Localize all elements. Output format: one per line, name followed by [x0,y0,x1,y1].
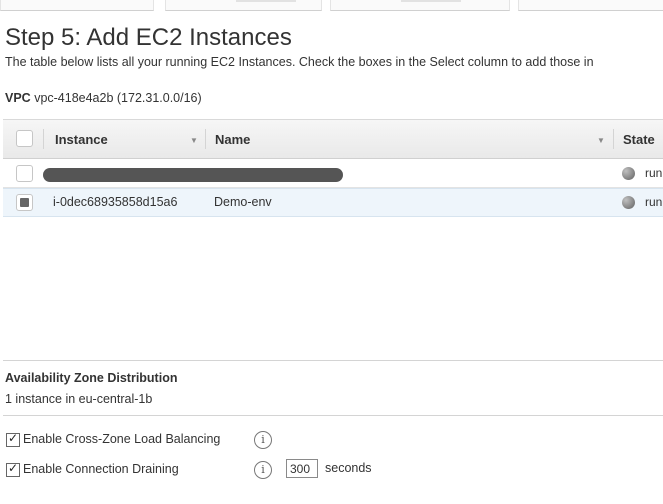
redacted-row-content [43,168,343,182]
wizard-tab[interactable] [518,0,663,11]
cross-zone-checkbox[interactable] [6,431,20,447]
page-description: The table below lists all your running E… [5,55,594,69]
connection-draining-checkbox[interactable] [6,461,20,477]
divider [3,415,663,416]
divider [3,360,663,361]
info-icon[interactable]: i [254,461,272,479]
wizard-tab-strip [0,0,663,14]
instance-id: i-0dec68935858d15a6 [53,195,178,209]
column-divider [613,129,614,149]
table-row[interactable]: i-0dec68935858d15a6 Demo-env run [3,188,663,217]
sort-arrow-icon[interactable]: ▼ [190,136,198,145]
wizard-tab[interactable] [165,0,322,11]
column-header-state[interactable]: State [623,132,655,147]
row-select-checkbox[interactable] [16,194,33,211]
wizard-tab[interactable] [330,0,510,11]
sort-arrow-icon[interactable]: ▼ [597,136,605,145]
state-status-icon [622,196,635,209]
table-row[interactable]: run [3,160,663,188]
seconds-label: seconds [325,461,372,475]
vpc-info: VPC vpc-418e4a2b (172.31.0.0/16) [5,91,202,105]
select-all-checkbox[interactable] [16,130,33,147]
column-header-instance[interactable]: Instance [55,132,108,147]
az-distribution-heading: Availability Zone Distribution [5,371,178,385]
column-divider [43,129,44,149]
vpc-value: vpc-418e4a2b (172.31.0.0/16) [34,91,202,105]
wizard-tab[interactable] [0,0,154,11]
cross-zone-label: Enable Cross-Zone Load Balancing [23,432,221,446]
connection-draining-label: Enable Connection Draining [23,462,179,476]
instance-name: Demo-env [214,195,272,209]
instance-state: run [645,166,663,180]
vpc-label: VPC [5,91,31,105]
instances-table-header: Instance ▼ Name ▼ State [3,119,663,159]
column-header-name[interactable]: Name [215,132,250,147]
column-divider [205,129,206,149]
state-status-icon [622,167,635,180]
instance-state: run [645,195,663,209]
page-title: Step 5: Add EC2 Instances [5,24,292,51]
az-distribution-text: 1 instance in eu-central-1b [5,392,153,406]
row-select-checkbox[interactable] [16,165,33,182]
info-icon[interactable]: i [254,431,272,449]
draining-timeout-input[interactable]: 300 [286,459,318,478]
